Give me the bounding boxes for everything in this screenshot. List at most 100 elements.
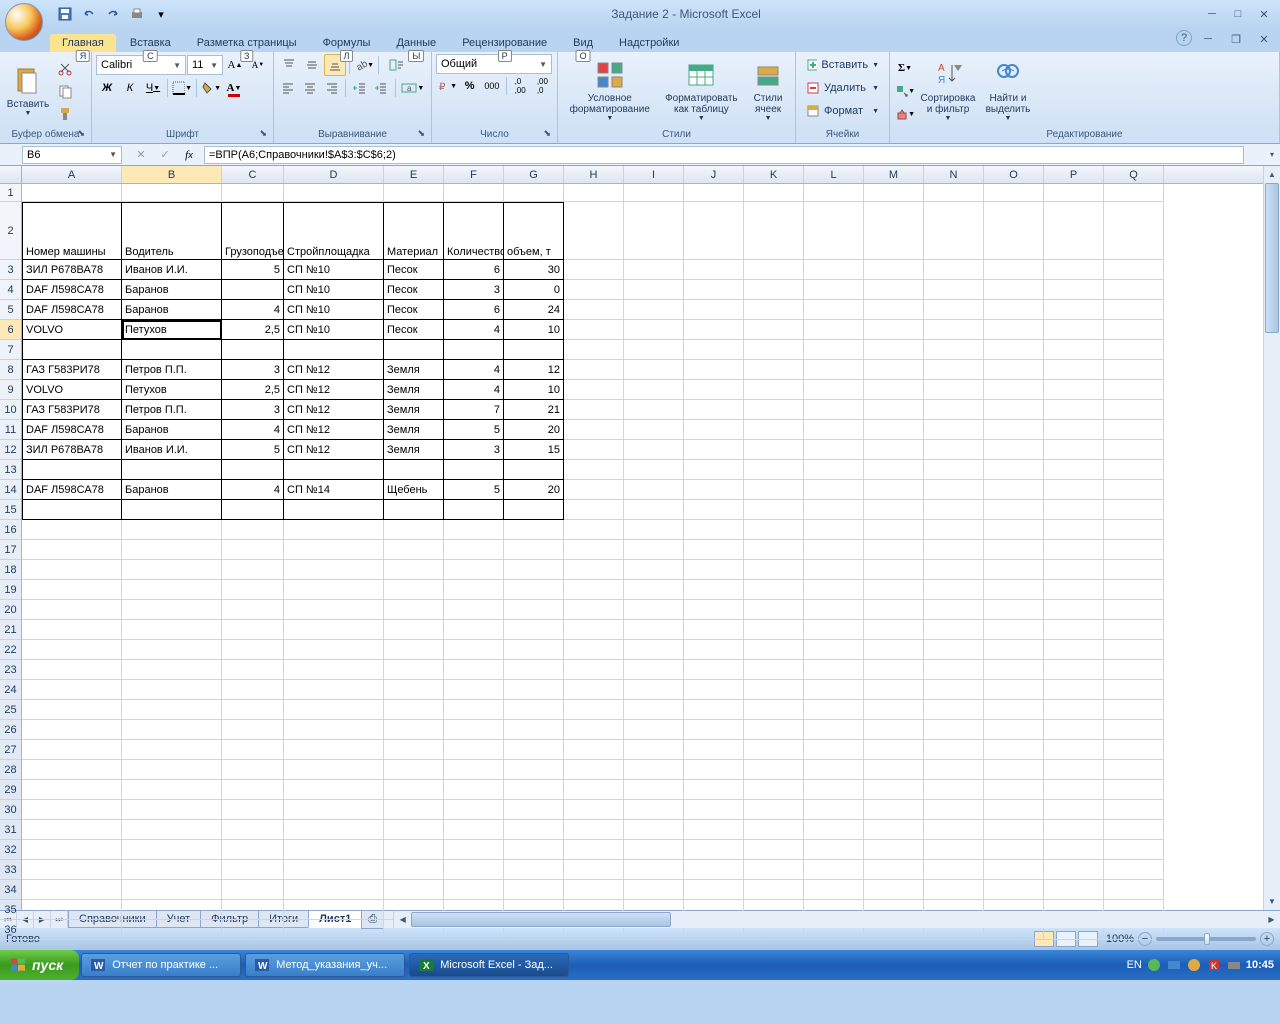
cell[interactable] (384, 500, 444, 520)
cell[interactable] (864, 780, 924, 800)
cell[interactable] (1104, 660, 1164, 680)
cell[interactable] (564, 820, 624, 840)
cell[interactable] (864, 740, 924, 760)
cell[interactable]: 6 (444, 300, 504, 320)
cell[interactable] (564, 640, 624, 660)
cell[interactable]: Иванов И.И. (122, 260, 222, 280)
bold-button[interactable]: Ж (96, 77, 118, 99)
cell[interactable] (222, 640, 284, 660)
cell[interactable] (984, 640, 1044, 660)
cell[interactable] (804, 340, 864, 360)
cell[interactable] (864, 460, 924, 480)
cell[interactable] (804, 380, 864, 400)
cell[interactable] (804, 880, 864, 900)
cell[interactable] (1044, 700, 1104, 720)
cell[interactable] (624, 700, 684, 720)
cell[interactable] (504, 580, 564, 600)
cell[interactable] (22, 740, 122, 760)
cell[interactable] (284, 500, 384, 520)
cell[interactable] (744, 202, 804, 260)
cell[interactable] (684, 700, 744, 720)
cell[interactable]: 12 (504, 360, 564, 380)
cell[interactable] (804, 520, 864, 540)
office-button[interactable] (5, 3, 43, 41)
row-header[interactable]: 30 (0, 800, 21, 820)
cell[interactable] (1044, 340, 1104, 360)
cell[interactable] (624, 540, 684, 560)
increase-decimal-icon[interactable]: ,0,00 (510, 75, 531, 97)
decrease-decimal-icon[interactable]: ,00,0 (532, 75, 553, 97)
cell[interactable] (384, 860, 444, 880)
row-header[interactable]: 17 (0, 540, 21, 560)
cell[interactable] (122, 600, 222, 620)
cell[interactable]: 3 (444, 280, 504, 300)
cell[interactable]: 3 (222, 400, 284, 420)
cell[interactable] (564, 380, 624, 400)
cell[interactable] (284, 780, 384, 800)
fill-icon[interactable]: ▼ (894, 80, 916, 102)
cells-area[interactable]: Номер машиныВодительГрузоподъемность, тС… (22, 184, 1263, 910)
cell[interactable] (1044, 800, 1104, 820)
cell[interactable]: DAF Л598СА78 (22, 480, 122, 500)
cell[interactable] (504, 800, 564, 820)
cell[interactable] (984, 800, 1044, 820)
cell[interactable]: 4 (222, 480, 284, 500)
cell[interactable] (744, 520, 804, 540)
tab-view[interactable]: ВидО (561, 34, 605, 52)
cell[interactable] (744, 500, 804, 520)
cell[interactable] (122, 860, 222, 880)
cell[interactable] (1044, 780, 1104, 800)
cell[interactable] (1104, 880, 1164, 900)
cell[interactable] (1044, 380, 1104, 400)
cell[interactable] (684, 460, 744, 480)
cell[interactable] (222, 280, 284, 300)
cell[interactable] (684, 720, 744, 740)
cell[interactable] (684, 520, 744, 540)
cell[interactable] (1104, 260, 1164, 280)
cell[interactable] (744, 340, 804, 360)
cell[interactable] (384, 620, 444, 640)
cell[interactable] (744, 480, 804, 500)
tray-icon[interactable] (1186, 957, 1202, 973)
cell[interactable] (504, 860, 564, 880)
cell[interactable] (864, 360, 924, 380)
cell[interactable]: СП №10 (284, 280, 384, 300)
column-header[interactable]: J (684, 166, 744, 183)
cell[interactable] (222, 540, 284, 560)
enter-formula-icon[interactable]: ✓ (154, 144, 176, 166)
cell[interactable] (684, 660, 744, 680)
redo-icon[interactable] (102, 3, 124, 25)
column-header[interactable]: P (1044, 166, 1104, 183)
cell[interactable] (564, 540, 624, 560)
cell[interactable] (864, 500, 924, 520)
cell[interactable] (864, 880, 924, 900)
cell[interactable] (744, 620, 804, 640)
cell[interactable] (864, 840, 924, 860)
cell[interactable] (444, 500, 504, 520)
cell[interactable]: DAF Л598СА78 (22, 300, 122, 320)
cell[interactable] (684, 360, 744, 380)
cell[interactable] (504, 560, 564, 580)
cell[interactable] (122, 760, 222, 780)
cell[interactable] (504, 600, 564, 620)
cell[interactable] (804, 580, 864, 600)
cell[interactable] (864, 202, 924, 260)
cell[interactable] (504, 460, 564, 480)
cell[interactable] (684, 800, 744, 820)
cell[interactable] (1104, 280, 1164, 300)
cell[interactable] (1044, 202, 1104, 260)
font-name-select[interactable]: Calibri▼ (96, 55, 186, 75)
percent-format-icon[interactable]: % (459, 75, 480, 97)
cell[interactable] (1104, 340, 1164, 360)
tray-icon[interactable]: K (1206, 957, 1222, 973)
cell[interactable] (1104, 360, 1164, 380)
cell[interactable] (122, 580, 222, 600)
cell[interactable] (804, 620, 864, 640)
cell[interactable] (924, 360, 984, 380)
cell[interactable] (222, 680, 284, 700)
cell[interactable] (864, 280, 924, 300)
cell[interactable] (684, 640, 744, 660)
cell[interactable]: 4 (222, 420, 284, 440)
cell[interactable]: ГАЗ Г583РИ78 (22, 360, 122, 380)
cell[interactable] (684, 620, 744, 640)
